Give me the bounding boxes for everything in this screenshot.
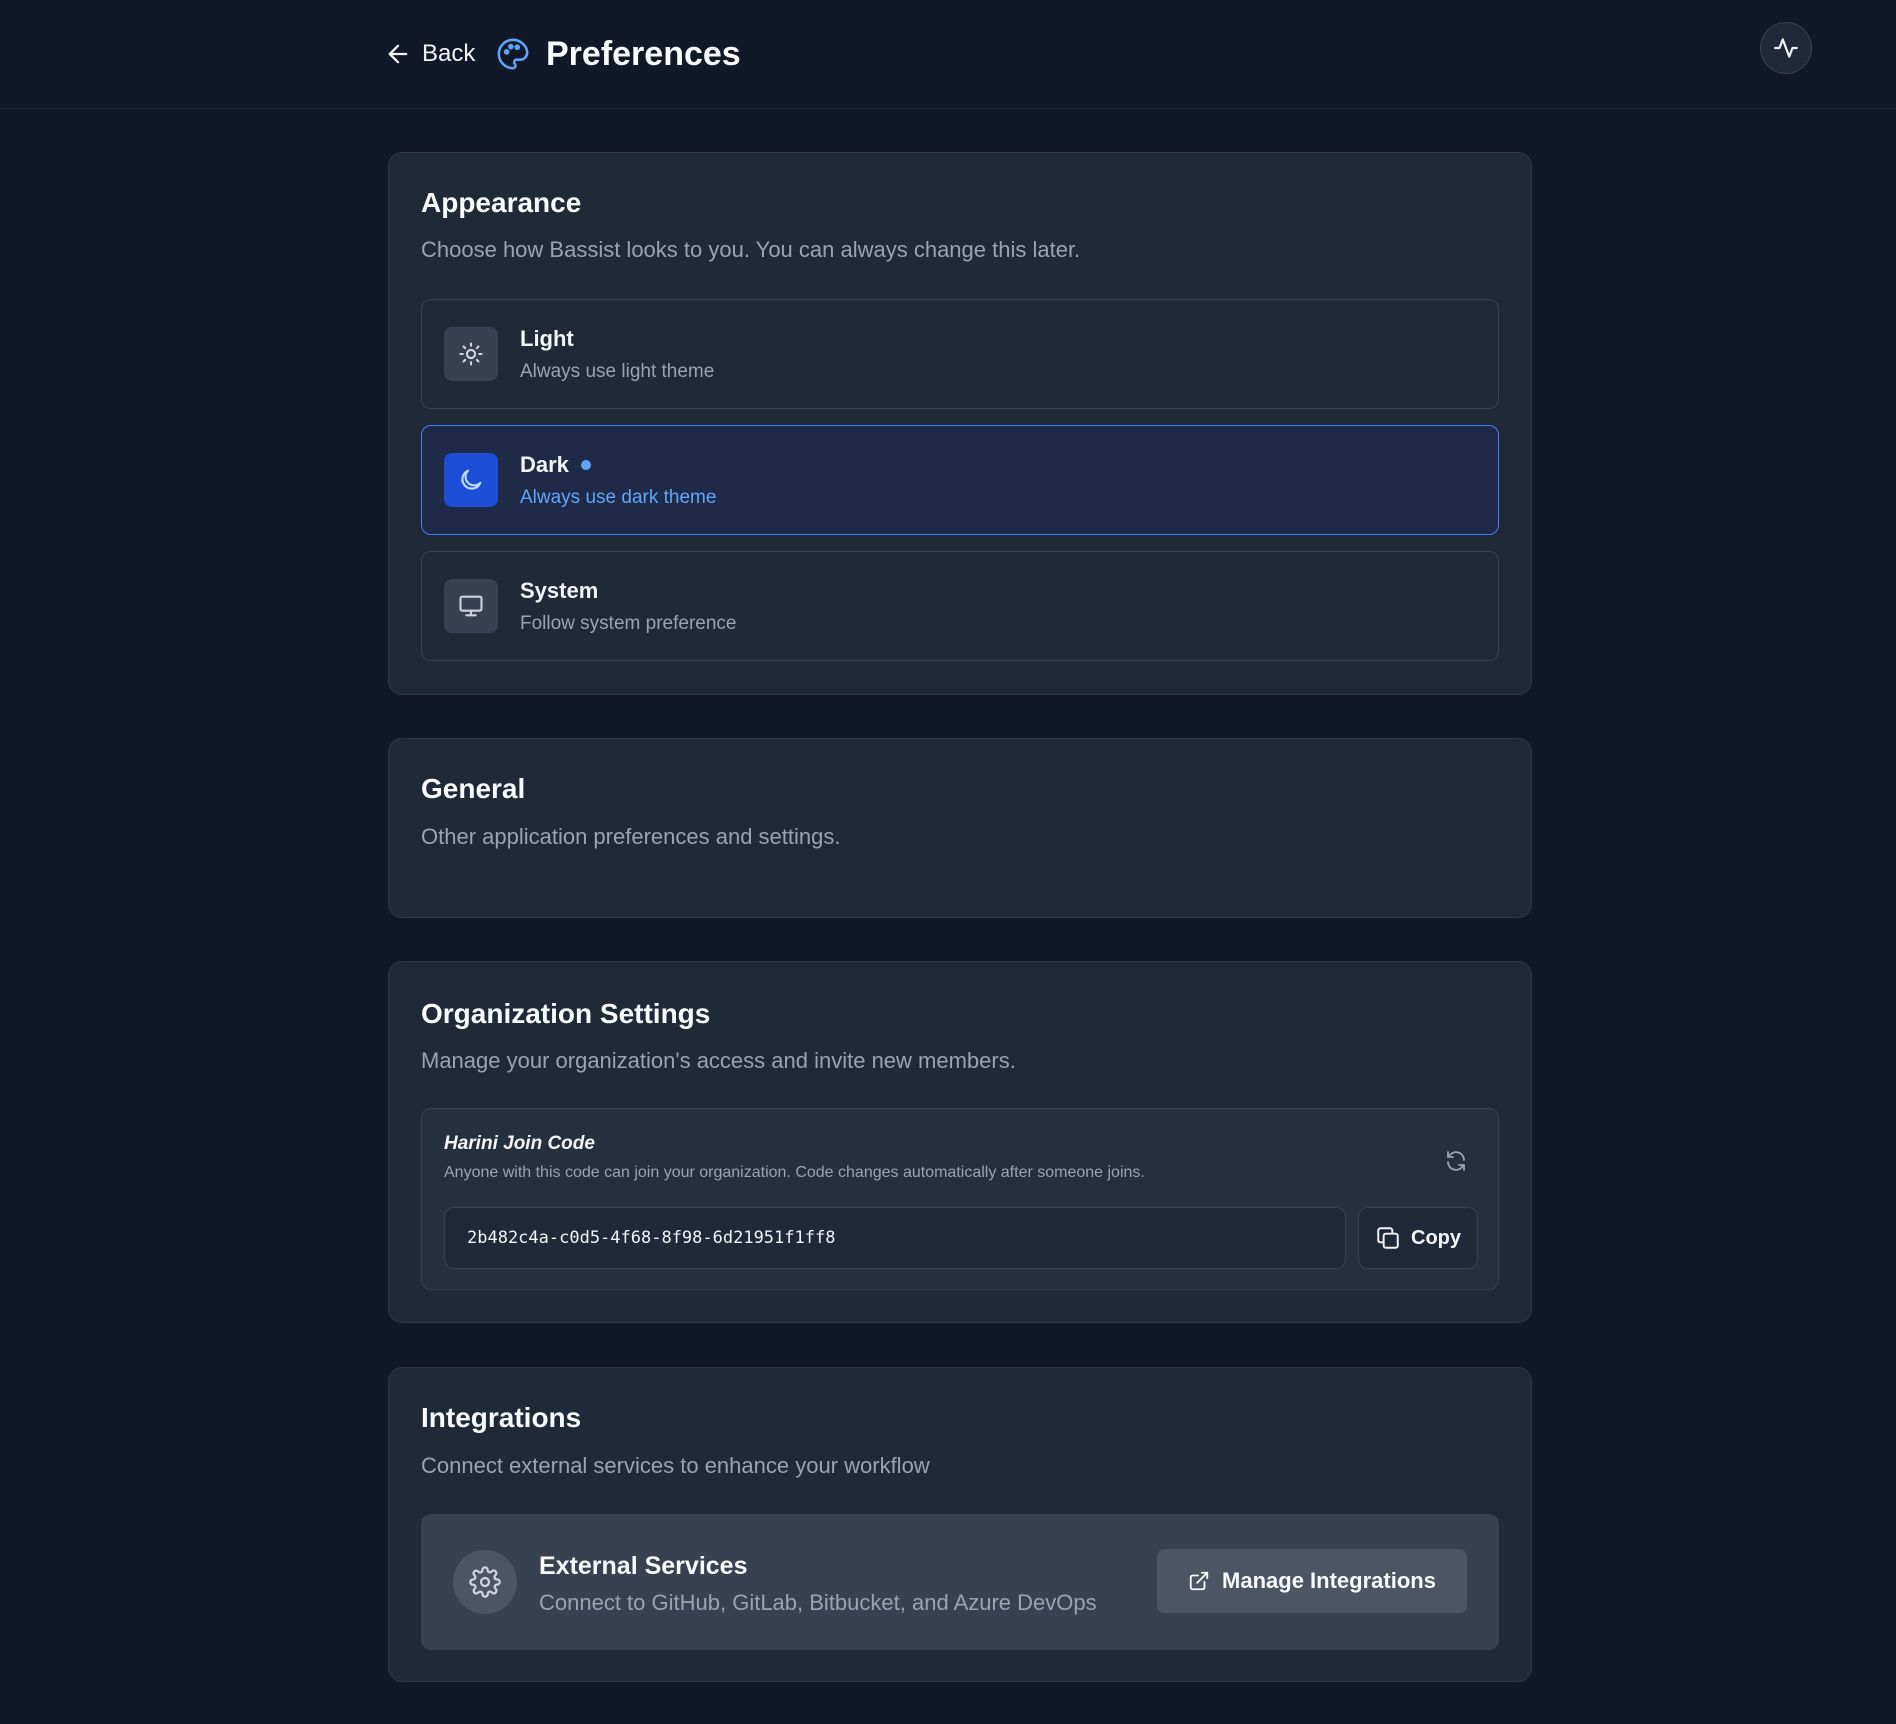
- general-description: Other application preferences and settin…: [421, 824, 841, 849]
- manage-integrations-button[interactable]: Manage Integrations: [1157, 1549, 1467, 1613]
- top-bar: Back Preferences: [0, 0, 1896, 109]
- sun-icon: [459, 342, 483, 366]
- join-code-input[interactable]: [444, 1207, 1346, 1269]
- appearance-title: Appearance: [421, 187, 582, 218]
- general-title: General: [421, 773, 526, 804]
- theme-option-dark[interactable]: Dark Always use dark theme: [421, 425, 1499, 535]
- theme-label: System: [520, 578, 598, 604]
- external-services-panel: External Services Connect to GitHub, Git…: [421, 1514, 1499, 1650]
- manage-integrations-label: Manage Integrations: [1222, 1568, 1436, 1593]
- appearance-description: Choose how Bassist looks to you. You can…: [421, 237, 1081, 262]
- theme-label-text: Light: [520, 326, 574, 351]
- theme-subtitle: Always use light theme: [520, 361, 715, 382]
- theme-option-system[interactable]: System Follow system preference: [421, 551, 1499, 661]
- activity-button[interactable]: [1760, 22, 1812, 74]
- theme-label-text: System: [520, 578, 599, 603]
- organization-title: Organization Settings: [421, 998, 711, 1029]
- theme-option-light[interactable]: Light Always use light theme: [421, 299, 1499, 409]
- theme-icon-box: [444, 453, 498, 507]
- external-link-icon: [1189, 1571, 1209, 1591]
- theme-icon-box: [444, 327, 498, 381]
- general-card: General Other application preferences an…: [388, 738, 1532, 918]
- refresh-icon: [1447, 1151, 1465, 1171]
- monitor-icon: [459, 595, 483, 617]
- back-button[interactable]: Back: [384, 34, 475, 74]
- activity-icon: [1774, 38, 1798, 58]
- arrow-left-icon: [388, 44, 408, 64]
- theme-label: Dark: [520, 452, 591, 478]
- copy-icon: [1377, 1227, 1399, 1249]
- theme-label-text: Dark: [520, 452, 569, 477]
- copy-button[interactable]: Copy: [1358, 1207, 1478, 1269]
- theme-subtitle: Always use dark theme: [520, 487, 717, 508]
- integrations-card: Integrations Connect external services t…: [388, 1367, 1532, 1682]
- appearance-card: Appearance Choose how Bassist looks to y…: [388, 152, 1532, 695]
- moon-icon: [461, 469, 482, 490]
- external-services-icon-box: [453, 1550, 517, 1614]
- integrations-description: Connect external services to enhance you…: [421, 1453, 930, 1478]
- copy-label: Copy: [1411, 1226, 1461, 1249]
- page-title: Preferences: [546, 34, 741, 73]
- gear-icon: [469, 1566, 501, 1598]
- selected-indicator-dot: [580, 460, 591, 470]
- regenerate-code-button[interactable]: [1440, 1145, 1472, 1177]
- theme-label: Light: [520, 326, 574, 352]
- join-code-panel: Harini Join Code Anyone with this code c…: [421, 1108, 1499, 1290]
- palette-icon: [497, 38, 529, 70]
- external-services-description: Connect to GitHub, GitLab, Bitbucket, an…: [539, 1590, 1097, 1615]
- theme-subtitle: Follow system preference: [520, 613, 737, 634]
- external-services-title: External Services: [539, 1552, 748, 1580]
- organization-description: Manage your organization's access and in…: [421, 1048, 1016, 1073]
- join-code-title: Harini Join Code: [444, 1133, 595, 1154]
- join-code-description: Anyone with this code can join your orga…: [444, 1164, 1145, 1181]
- theme-icon-box: [444, 579, 498, 633]
- organization-card: Organization Settings Manage your organi…: [388, 961, 1532, 1323]
- page-heading: Preferences: [496, 30, 741, 78]
- back-label: Back: [422, 40, 476, 67]
- integrations-title: Integrations: [421, 1402, 582, 1433]
